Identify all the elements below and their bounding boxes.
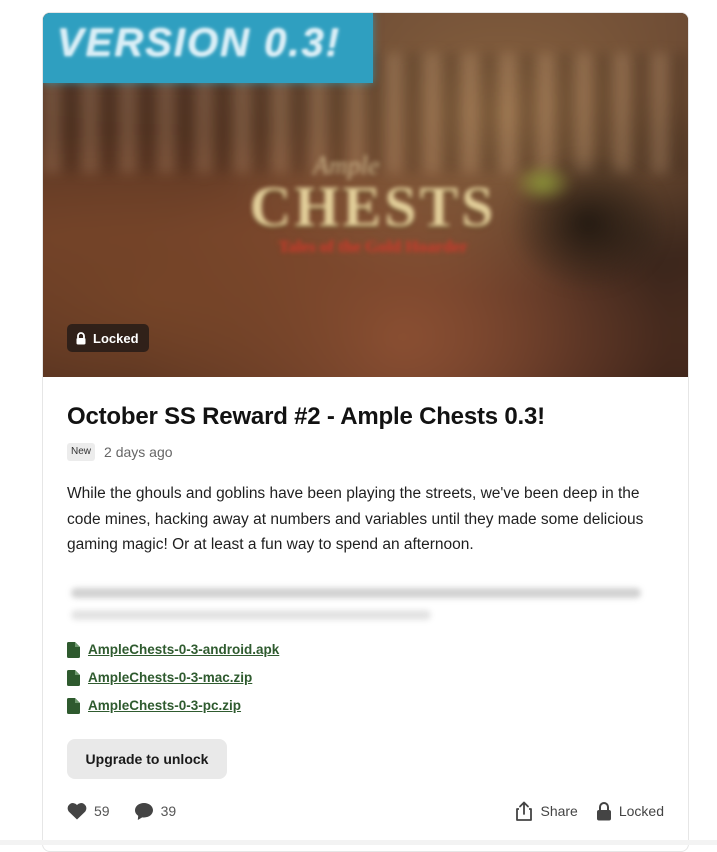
post-hero-image[interactable]: Ample CHESTS Tales of the Gold Hoarder V… bbox=[43, 13, 688, 377]
post-timestamp[interactable]: 2 days ago bbox=[104, 444, 173, 460]
hero-logo-subtitle: Tales of the Gold Hoarder bbox=[278, 237, 468, 256]
attachment-link[interactable]: AmpleChests-0-3-mac.zip bbox=[88, 670, 252, 685]
file-icon bbox=[67, 641, 80, 658]
attachment-item[interactable]: AmpleChests-0-3-pc.zip bbox=[67, 692, 664, 720]
file-icon bbox=[67, 669, 80, 686]
share-label: Share bbox=[540, 803, 578, 819]
post-content: October SS Reward #2 - Ample Chests 0.3!… bbox=[43, 403, 688, 779]
attachment-link[interactable]: AmpleChests-0-3-android.apk bbox=[88, 642, 279, 657]
post-title[interactable]: October SS Reward #2 - Ample Chests 0.3! bbox=[67, 403, 664, 431]
heart-icon bbox=[67, 803, 87, 820]
comment-icon bbox=[134, 802, 153, 820]
attachment-item[interactable]: AmpleChests-0-3-mac.zip bbox=[67, 664, 664, 692]
version-banner: VERSION 0.3! bbox=[43, 13, 373, 83]
locked-status[interactable]: Locked bbox=[596, 801, 664, 821]
page-bottom-rule bbox=[0, 840, 717, 845]
like-count: 59 bbox=[94, 803, 110, 819]
post-body: While the ghouls and goblins have been p… bbox=[67, 485, 644, 553]
share-button[interactable]: Share bbox=[515, 801, 578, 821]
lock-icon bbox=[596, 801, 611, 820]
attachment-list: AmpleChests-0-3-android.apk AmpleChests-… bbox=[67, 636, 664, 720]
version-banner-text: VERSION 0.3! bbox=[57, 21, 342, 65]
blurred-teaser bbox=[67, 582, 664, 626]
hero-logo-title: CHESTS bbox=[249, 174, 497, 239]
attachment-link[interactable]: AmpleChests-0-3-pc.zip bbox=[88, 698, 241, 713]
lock-icon bbox=[76, 331, 86, 344]
hero-plant bbox=[513, 163, 573, 203]
comment-button[interactable]: 39 bbox=[134, 802, 177, 821]
file-icon bbox=[67, 697, 80, 714]
post-card: Ample CHESTS Tales of the Gold Hoarder V… bbox=[42, 12, 689, 852]
locked-chip-label: Locked bbox=[93, 330, 139, 346]
share-icon bbox=[516, 801, 533, 821]
locked-chip: Locked bbox=[67, 324, 149, 352]
locked-label: Locked bbox=[618, 803, 664, 819]
post-meta: New 2 days ago bbox=[67, 443, 664, 461]
like-button[interactable]: 59 bbox=[67, 802, 110, 820]
new-badge: New bbox=[67, 443, 96, 461]
attachment-item[interactable]: AmpleChests-0-3-android.apk bbox=[67, 636, 664, 664]
comment-count: 39 bbox=[160, 803, 177, 819]
upgrade-to-unlock-button[interactable]: Upgrade to unlock bbox=[67, 738, 227, 779]
post-footer: 59 39 Share Locked bbox=[67, 796, 664, 826]
